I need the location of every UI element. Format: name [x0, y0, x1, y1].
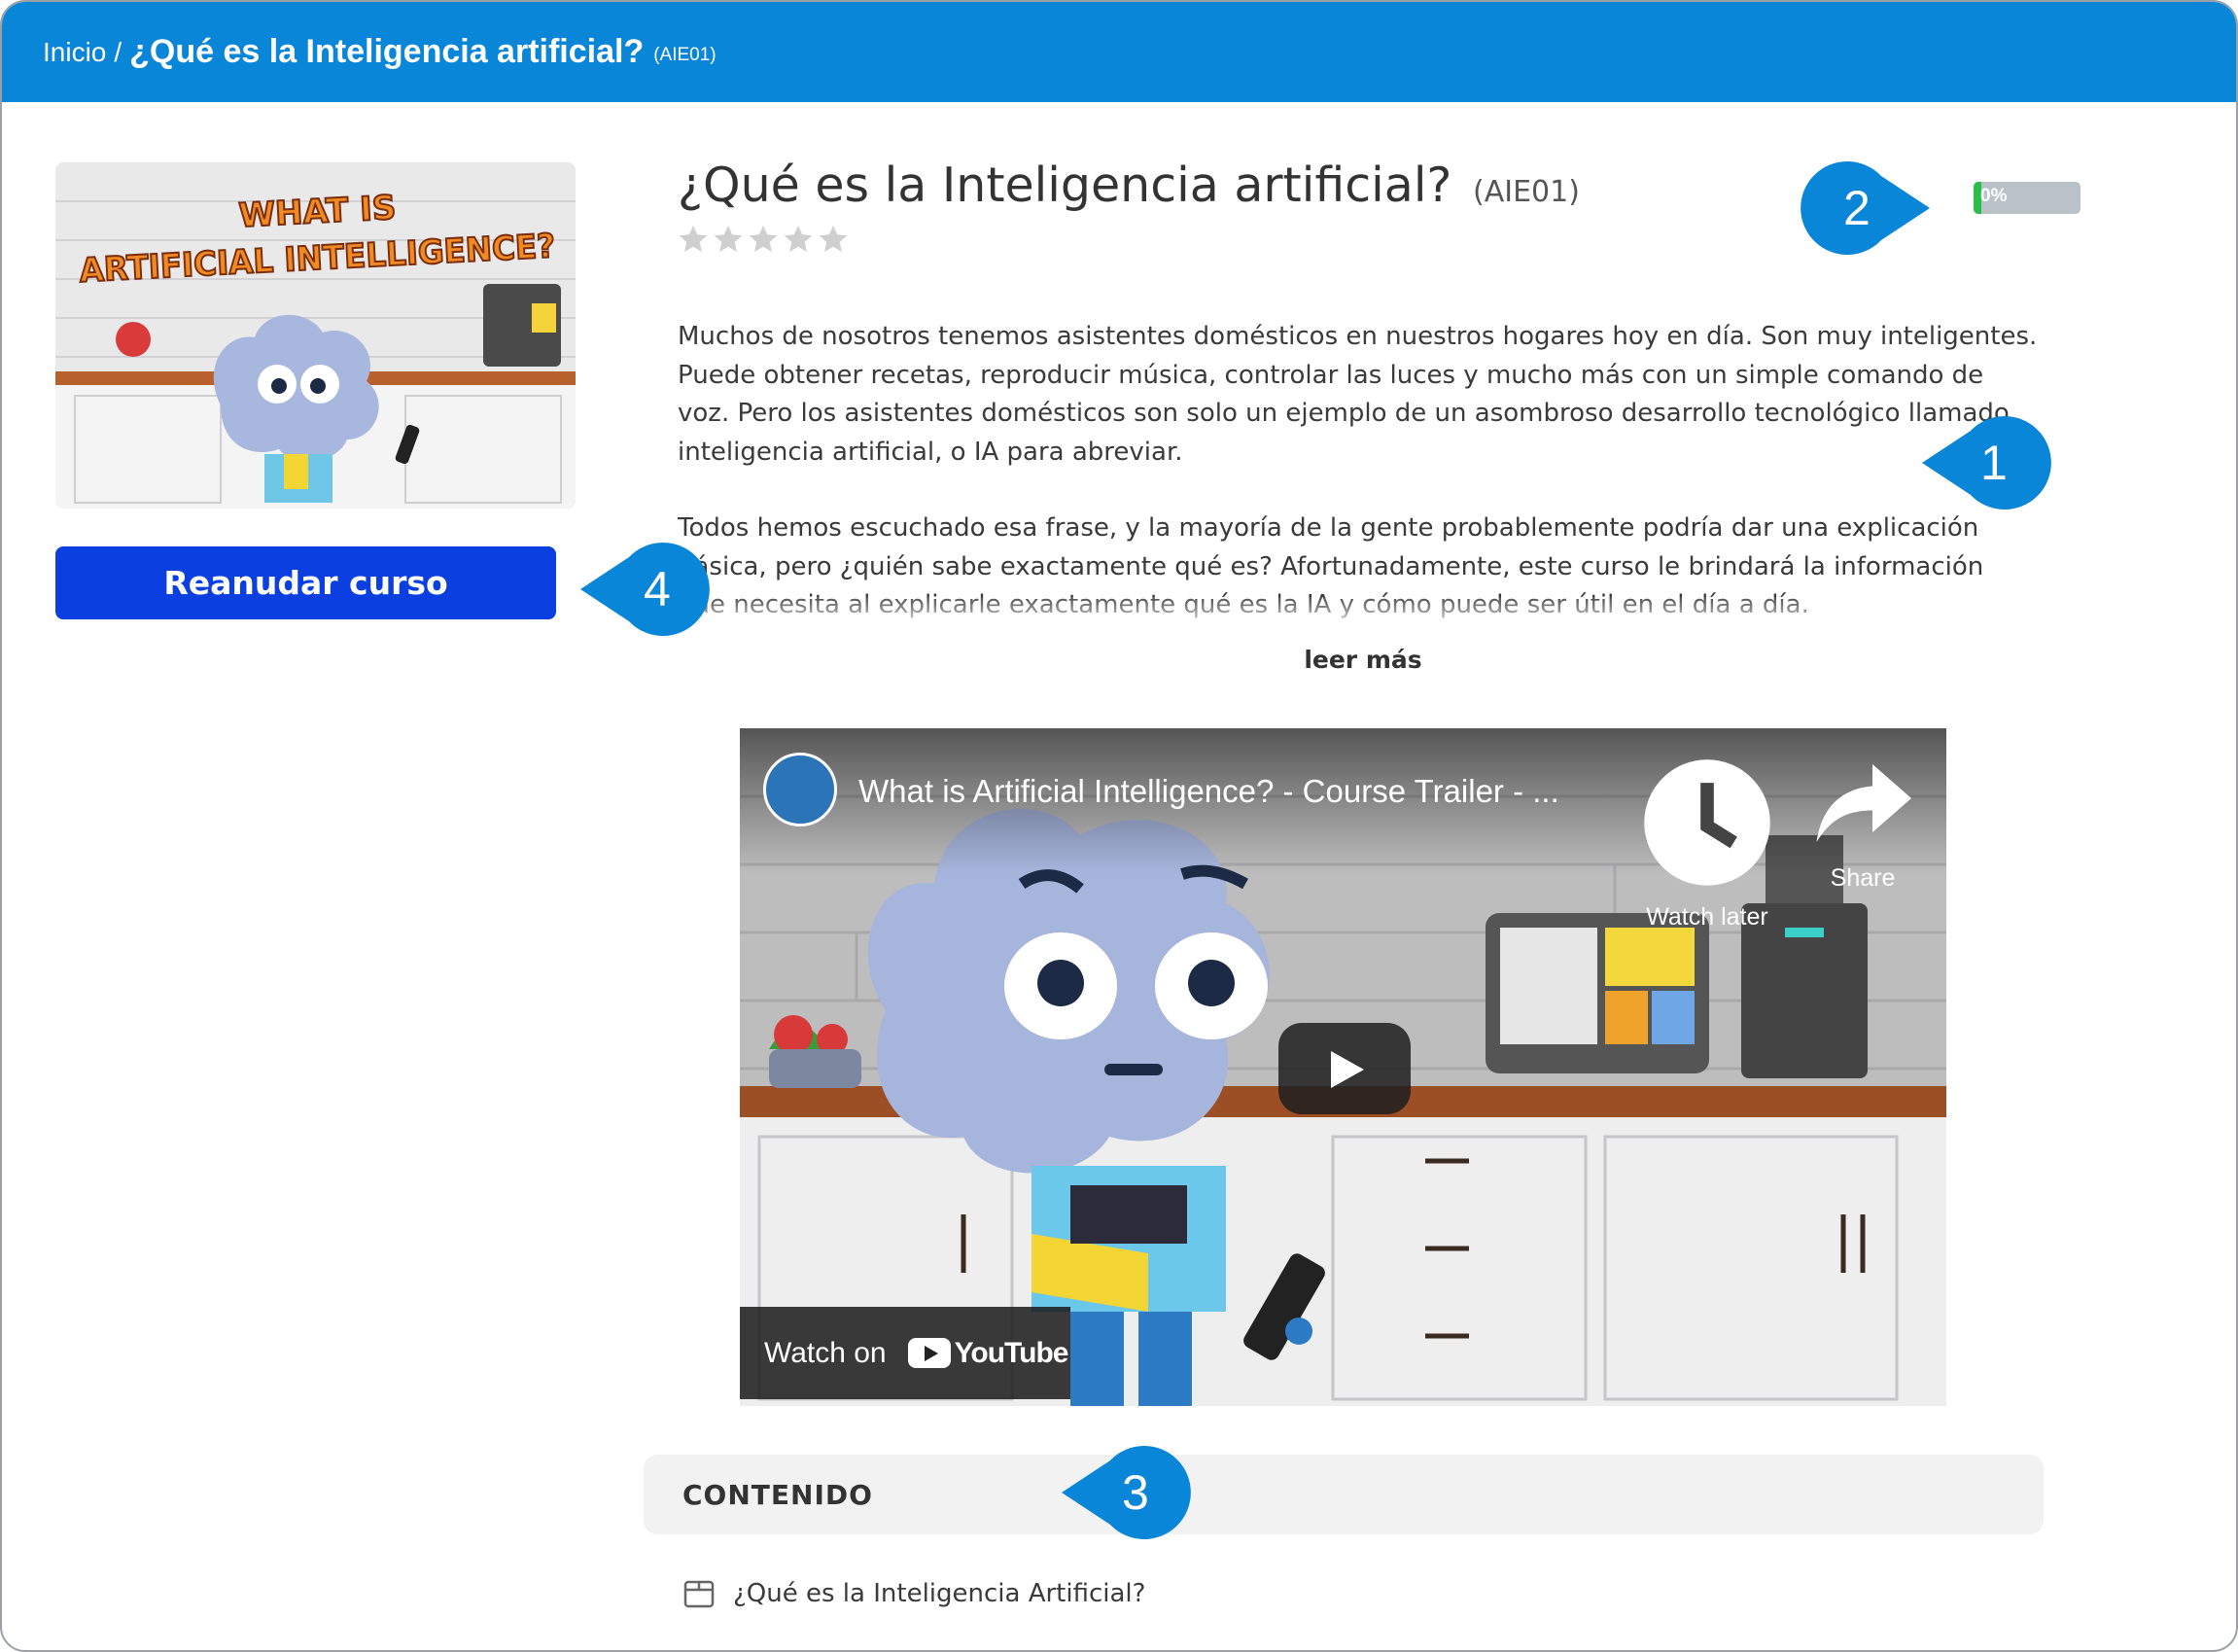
watch-later-button[interactable]: Watch later [1634, 750, 1780, 931]
share-button[interactable]: Share [1809, 750, 1916, 893]
clock-icon [1644, 759, 1770, 886]
resume-course-button[interactable]: Reanudar curso [55, 546, 556, 619]
breadcrumb-current-title: ¿Qué es la Inteligencia artificial? [129, 33, 645, 70]
youtube-wordmark: YouTube [954, 1336, 1069, 1369]
callout-4-number: 4 [644, 562, 671, 616]
callout-1: 1 [1922, 415, 2051, 510]
read-more-link[interactable]: leer más [1266, 646, 1460, 674]
description-paragraph-1: Muchos de nosotros tenemos asistentes do… [678, 322, 2038, 467]
star-icon[interactable] [818, 224, 849, 255]
share-arrow-icon [1816, 764, 1911, 842]
course-thumbnail: WHAT IS ARTIFICIAL INTELLIGENCE? [55, 162, 576, 509]
svg-text:WHAT IS: WHAT IS [238, 189, 398, 235]
breadcrumb-course-code: (AIE01) [653, 44, 717, 65]
video-title[interactable]: What is Artificial Intelligence? - Cours… [858, 773, 1559, 810]
breadcrumb-home-link[interactable]: Inicio [43, 37, 106, 68]
course-progress-bar: 0% [1974, 182, 2081, 214]
callout-1-number: 1 [1980, 436, 2008, 490]
youtube-logo: YouTube [907, 1336, 1069, 1370]
callout-3: 3 [1062, 1445, 1191, 1540]
watch-on-youtube-button[interactable]: Watch on YouTube [740, 1307, 1070, 1399]
watch-on-label: Watch on [764, 1336, 887, 1369]
breadcrumb: Inicio / ¿Qué es la Inteligencia artific… [2, 2, 2236, 102]
content-section-header[interactable]: CONTENIDO [644, 1455, 2044, 1534]
course-title-text: ¿Qué es la Inteligencia artificial? [678, 158, 1452, 213]
content-heading: CONTENIDO [682, 1478, 873, 1511]
course-rating[interactable] [678, 224, 849, 255]
video-player[interactable]: What is Artificial Intelligence? - Cours… [740, 728, 1946, 1406]
breadcrumb-separator: / [114, 36, 122, 67]
star-icon[interactable] [748, 224, 779, 255]
app-window: Inicio / ¿Qué es la Inteligencia artific… [0, 0, 2238, 1652]
star-icon[interactable] [678, 224, 709, 255]
play-icon[interactable] [1278, 1023, 1411, 1114]
course-code: (AIE01) [1473, 175, 1580, 209]
callout-2: 2 [1801, 160, 1930, 256]
channel-avatar[interactable] [763, 753, 837, 826]
youtube-play-icon [907, 1338, 951, 1368]
watch-later-label: Watch later [1646, 903, 1768, 931]
lesson-item[interactable]: ¿Qué es la Inteligencia Artificial? [682, 1577, 1145, 1610]
callout-3-number: 3 [1122, 1465, 1149, 1520]
lesson-label: ¿Qué es la Inteligencia Artificial? [733, 1579, 1146, 1608]
progress-label: 0% [1980, 186, 2008, 206]
lesson-module-icon [683, 1580, 715, 1608]
share-label: Share [1830, 864, 1896, 892]
star-icon[interactable] [783, 224, 814, 255]
course-title: ¿Qué es la Inteligencia artificial? (AIE… [678, 158, 1580, 213]
callout-4: 4 [580, 542, 710, 637]
star-icon[interactable] [713, 224, 744, 255]
callout-2-number: 2 [1843, 181, 1871, 235]
description-fade [678, 597, 2044, 631]
